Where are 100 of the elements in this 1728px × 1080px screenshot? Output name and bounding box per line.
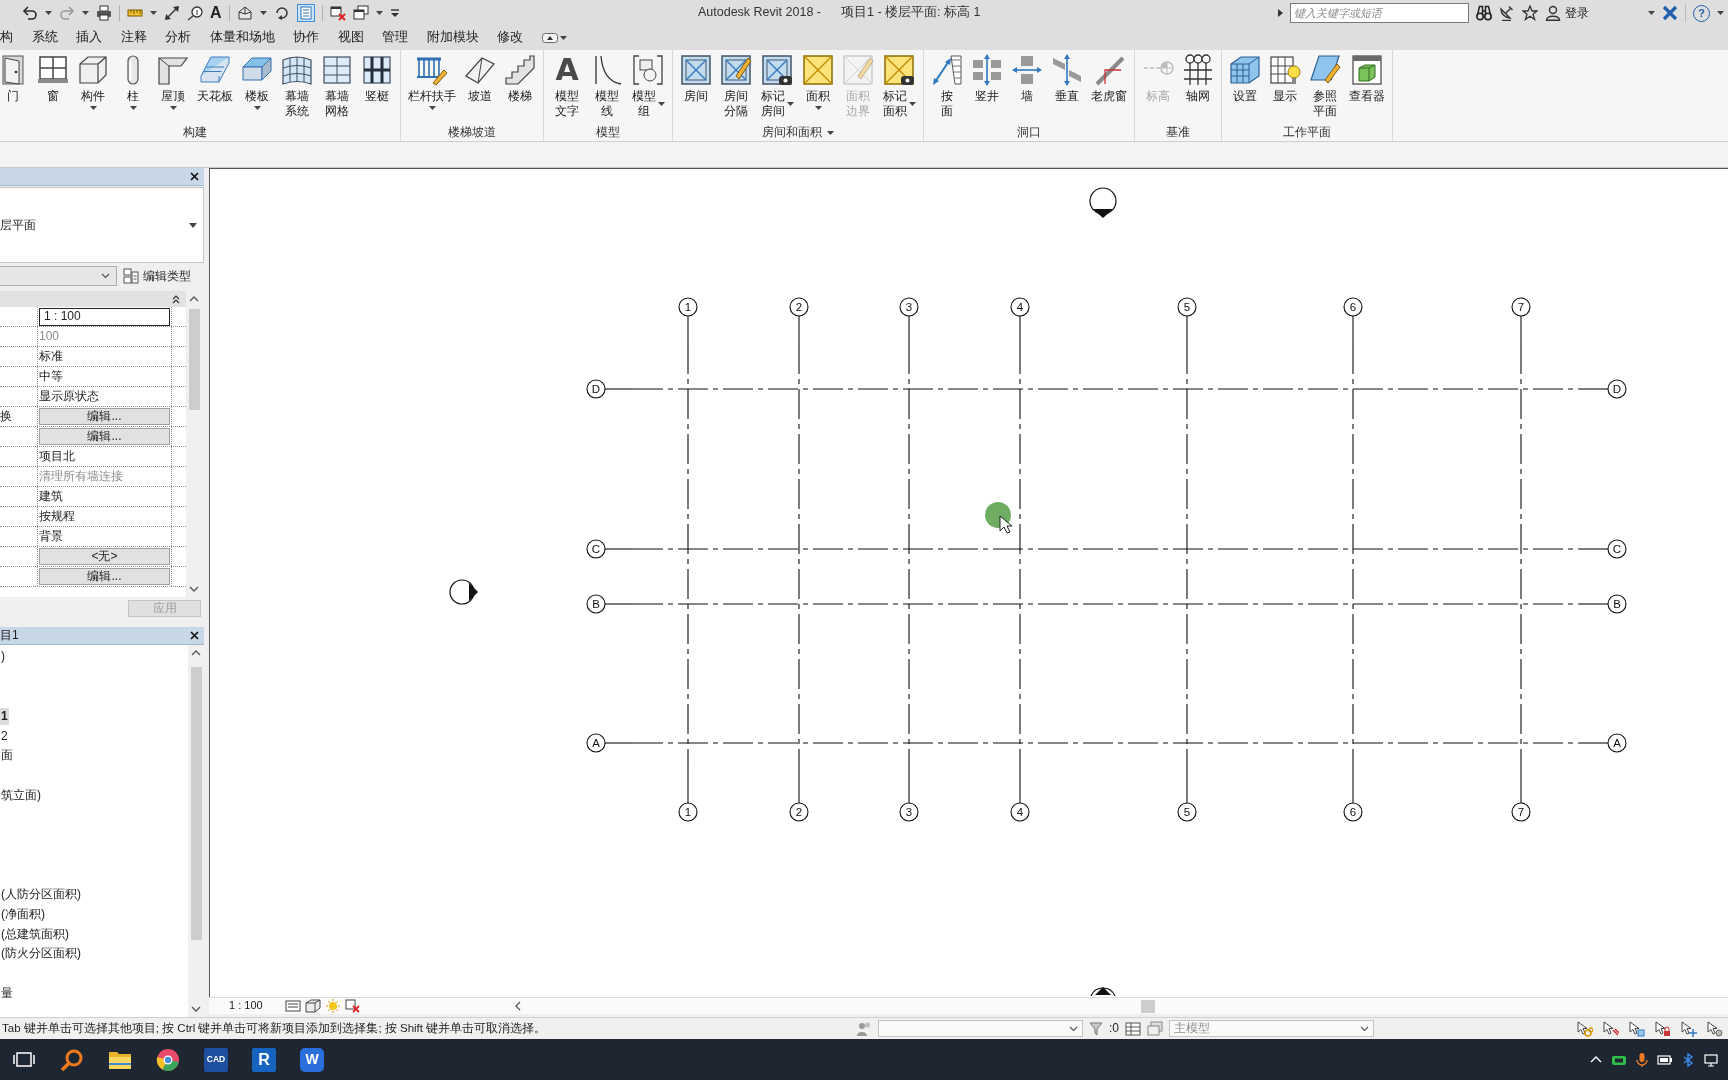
ribbon-toggle-icon[interactable]: [541, 33, 558, 43]
ribbon-button[interactable]: 天花板: [194, 54, 236, 104]
satellite-dish-icon[interactable]: [1499, 5, 1515, 21]
property-input[interactable]: 1 : 100: [39, 307, 170, 326]
ribbon-button[interactable]: 模型线: [588, 54, 626, 119]
binoculars-icon[interactable]: [1476, 5, 1492, 21]
caret-icon[interactable]: [82, 11, 89, 15]
grid-bubble[interactable]: 1: [678, 297, 698, 317]
text-icon[interactable]: A: [210, 5, 222, 21]
ribbon-tab[interactable]: 管理: [382, 30, 408, 46]
scrollbar-thumb[interactable]: [190, 667, 202, 940]
caret-right-icon[interactable]: [1278, 9, 1283, 17]
ribbon-button[interactable]: 按面: [928, 54, 966, 119]
ribbon-button[interactable]: 显示: [1266, 54, 1304, 104]
ribbon-button[interactable]: 窗: [34, 54, 72, 104]
ribbon-button[interactable]: A 模型文字: [548, 54, 586, 119]
undo-icon[interactable]: [22, 5, 38, 21]
ribbon-button[interactable]: 轴网: [1179, 54, 1217, 104]
property-edit-button[interactable]: 编辑...: [39, 408, 170, 425]
tree-item[interactable]: (防火分区面积): [0, 945, 82, 963]
grid-bubble[interactable]: B: [1607, 594, 1627, 614]
grid-bubble[interactable]: 7: [1511, 802, 1531, 822]
filter-icon[interactable]: [1089, 1020, 1103, 1037]
user-icon[interactable]: [1545, 5, 1561, 21]
arrow-move-icon[interactable]: [1681, 1020, 1697, 1037]
tree-item[interactable]: 筑立面): [0, 786, 42, 804]
ribbon-button[interactable]: 参照平面: [1306, 54, 1344, 119]
grid-line[interactable]: [908, 315, 910, 804]
ribbon-button[interactable]: 屋顶: [154, 54, 192, 110]
ribbon-tab[interactable]: 体量和场地: [209, 30, 275, 46]
ribbon-button[interactable]: 设置: [1226, 54, 1264, 104]
sign-in-link[interactable]: 登录: [1565, 5, 1589, 21]
grid-line[interactable]: [604, 388, 1609, 390]
ribbon-button[interactable]: 房间分隔: [717, 54, 755, 119]
colorful-ball-icon[interactable]: [156, 1047, 180, 1072]
search-icon[interactable]: [60, 1047, 84, 1072]
caret-icon[interactable]: [150, 11, 157, 15]
ribbon-tab[interactable]: 分析: [165, 30, 191, 46]
tree-item[interactable]: (总建筑面积): [0, 925, 70, 943]
ribbon-tab[interactable]: 附加模块: [426, 30, 479, 46]
printer-icon[interactable]: [96, 5, 112, 21]
ribbon-button[interactable]: 楼梯: [501, 54, 539, 104]
view-scale[interactable]: 1 : 100: [229, 999, 263, 1013]
grid-line[interactable]: [604, 548, 1609, 550]
ribbon-tab[interactable]: 视图: [337, 30, 364, 46]
grid-bubble[interactable]: 4: [1010, 297, 1030, 317]
app-tile[interactable]: CAD: [204, 1047, 228, 1072]
customize-icon[interactable]: [389, 9, 400, 17]
property-edit-button[interactable]: 编辑...: [39, 428, 170, 445]
arrow-chain-icon[interactable]: [1577, 1020, 1593, 1037]
grid-bubble[interactable]: 3: [899, 297, 919, 317]
microphone-icon[interactable]: [1634, 1051, 1650, 1068]
grid-bubble[interactable]: D: [586, 379, 606, 399]
ribbon-button[interactable]: 门: [0, 54, 32, 104]
star-icon[interactable]: [1522, 5, 1538, 21]
tree-item[interactable]: (人防分区面积): [0, 885, 82, 903]
arrow-lock-icon[interactable]: [1655, 1020, 1671, 1037]
ribbon-button[interactable]: 栏杆扶手: [405, 54, 459, 110]
ribbon-button[interactable]: 模型组: [628, 54, 668, 119]
house-icon[interactable]: [236, 5, 253, 21]
scroll-up-icon[interactable]: [189, 296, 199, 302]
circular-arrow-icon[interactable]: [273, 5, 290, 21]
search-field[interactable]: 键入关键字或短语: [1290, 3, 1469, 23]
scrollbar-thumb[interactable]: [1140, 999, 1155, 1013]
grid-line[interactable]: [798, 315, 800, 804]
grid-line[interactable]: [1520, 315, 1522, 804]
tree-item[interactable]: ): [0, 648, 6, 666]
caret-icon[interactable]: [1717, 11, 1724, 15]
scrollbar-thumb[interactable]: [188, 309, 200, 410]
grid-bubble[interactable]: 2: [789, 802, 809, 822]
grid-bubble[interactable]: 6: [1343, 802, 1363, 822]
elevation-marker-icon[interactable]: [1090, 987, 1116, 997]
ribbon-button[interactable]: 面积: [799, 54, 837, 110]
scroll-down-icon[interactable]: [191, 1006, 201, 1012]
ribbon-button[interactable]: 坡道: [461, 54, 499, 104]
grid-bubble[interactable]: B: [586, 594, 606, 614]
type-selector[interactable]: 层平面: [0, 187, 204, 263]
property-edit-button[interactable]: <无>: [39, 548, 170, 565]
x-mark-icon[interactable]: [1662, 5, 1678, 21]
arrow-pin-icon[interactable]: [1603, 1020, 1619, 1037]
tree-item[interactable]: 量: [0, 984, 14, 1002]
grid-bubble[interactable]: 4: [1010, 802, 1030, 822]
circle-leader-icon[interactable]: [187, 5, 203, 21]
grid-bubble[interactable]: C: [586, 539, 606, 559]
caret-icon[interactable]: [375, 11, 383, 15]
caret-icon[interactable]: [45, 11, 52, 15]
ribbon-button[interactable]: 楼板: [238, 54, 276, 110]
scroll-down-icon[interactable]: [189, 586, 199, 592]
app-tile[interactable]: W: [300, 1047, 324, 1072]
tree-item[interactable]: 面: [0, 747, 14, 765]
grid-bubble[interactable]: A: [1607, 733, 1627, 753]
ribbon-button[interactable]: 标记面积: [879, 54, 919, 119]
window-close-icon[interactable]: [329, 5, 346, 21]
app-tile[interactable]: R: [252, 1047, 276, 1072]
diagonal-arrow-icon[interactable]: [164, 5, 180, 21]
ribbon-button[interactable]: 房间: [677, 54, 715, 104]
elevation-marker-icon[interactable]: [449, 579, 478, 605]
ribbon-button[interactable]: 竖梃: [358, 54, 396, 104]
elevation-marker-icon[interactable]: [1089, 187, 1117, 218]
close-icon[interactable]: [190, 631, 199, 640]
